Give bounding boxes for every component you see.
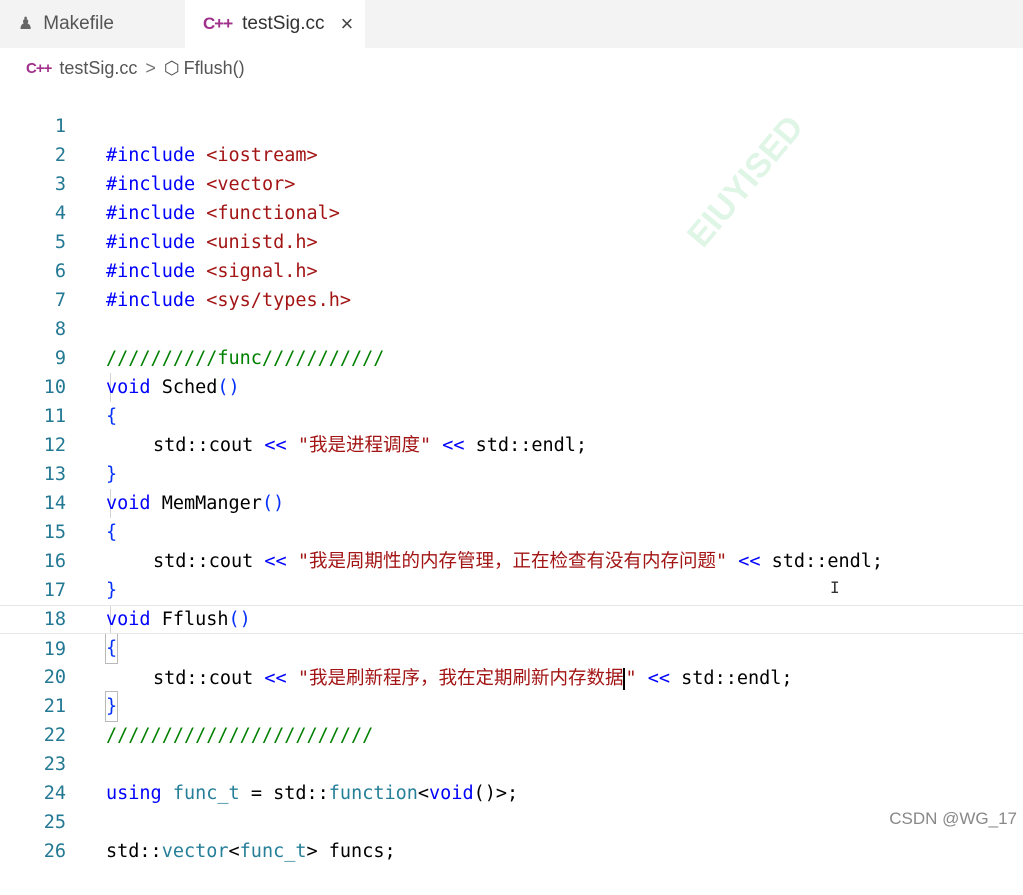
code-token: <	[228, 841, 240, 862]
code-line[interactable]: 8 //////////func///////////	[0, 286, 1023, 369]
code-line[interactable]: 6 #include <sys/types.h>	[0, 228, 1023, 311]
code-line[interactable]: 9 void Sched()	[0, 315, 1023, 398]
code-line[interactable]: 10 {	[0, 344, 1023, 427]
mouse-ibeam-icon: I	[830, 578, 840, 597]
cpp-file-icon: C++	[203, 14, 233, 33]
code-line[interactable]: 18 {	[0, 576, 1023, 664]
cpp-file-icon: C++	[26, 59, 52, 77]
code-token: >	[306, 841, 318, 862]
code-line[interactable]: 7	[0, 257, 1023, 311]
line-number: 26	[43, 841, 66, 862]
code-line[interactable]: 26	[0, 808, 1023, 862]
code-line[interactable]: 11 std::cout << "我是进程调度" << std::endl;	[0, 373, 1023, 456]
code-line[interactable]: 20 }	[0, 634, 1023, 722]
current-code-line[interactable]: 19 std::cout << "我是刷新程序，我在定期刷新内存数据 " << s…	[0, 605, 1023, 690]
footer-credit: CSDN @WG_17	[889, 809, 1017, 828]
breadcrumb: C++ testSig.cc > ⬡ Fflush()	[26, 54, 245, 82]
chevron-right-icon: >	[145, 57, 156, 78]
code-line[interactable]: 4 #include <unistd.h>	[0, 170, 1023, 253]
code-line[interactable]: 3 #include <functional>	[0, 141, 1023, 224]
tab-bar: ♟ Makefile C++ testSig.cc ×	[0, 0, 1023, 48]
code-token: funcs;	[328, 841, 396, 862]
breadcrumb-file[interactable]: testSig.cc	[59, 58, 137, 79]
tab-label: testSig.cc	[242, 13, 325, 34]
code-line[interactable]: 12 }	[0, 402, 1023, 485]
code-token: std::	[106, 841, 162, 862]
code-line[interactable]: 2 #include <vector>	[0, 112, 1023, 195]
code-line[interactable]: 25 std::vector<func_t> funcs;	[0, 779, 1023, 862]
code-line[interactable]: 13 void MemManger()	[0, 431, 1023, 514]
tab-makefile[interactable]: ♟ Makefile	[0, 0, 185, 48]
code-line[interactable]: 5 #include <signal.h>	[0, 199, 1023, 282]
tab-label: Makefile	[43, 13, 114, 34]
code-line[interactable]: 16 }	[0, 518, 1023, 601]
code-line[interactable]: 1 #include <iostream>	[0, 83, 1023, 166]
tab-testsig[interactable]: C++ testSig.cc ×	[185, 0, 365, 48]
code-token: func_t	[239, 841, 307, 862]
makefile-icon: ♟	[18, 14, 34, 33]
code-line[interactable]: 23 using func_t = std::function<void()>;	[0, 721, 1023, 804]
code-line[interactable]: 22	[0, 692, 1023, 746]
code-token: vector	[161, 841, 229, 862]
code-line[interactable]: 24	[0, 750, 1023, 804]
code-line[interactable]: 17 void Fflush()	[0, 547, 1023, 630]
close-icon[interactable]: ×	[341, 11, 354, 37]
breadcrumb-symbol[interactable]: Fflush()	[184, 58, 245, 79]
method-cube-icon: ⬡	[163, 57, 180, 78]
code-line[interactable]: 21 ////////////////////////	[0, 663, 1023, 746]
code-line[interactable]: 15 std::cout << "我是周期性的内存管理，正在检查有没有内存问题"…	[0, 489, 1023, 572]
code-line[interactable]: 14 {	[0, 460, 1023, 543]
